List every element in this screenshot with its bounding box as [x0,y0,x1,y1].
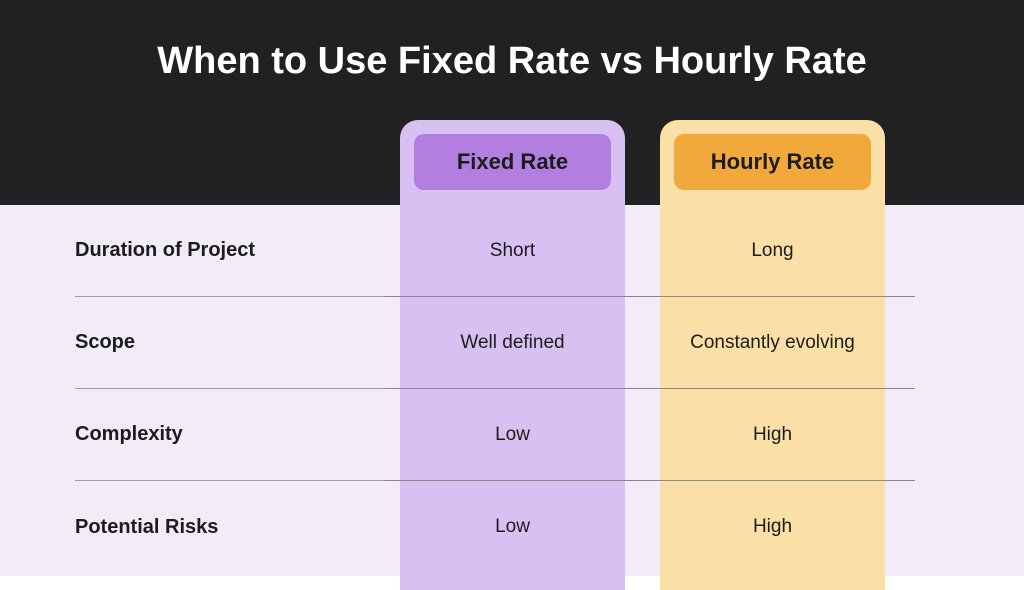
fixed-value: Low [400,389,625,481]
hourly-value: High [660,389,885,481]
criteria-labels: Duration of Project Scope Complexity Pot… [75,205,385,573]
fixed-value: Short [400,205,625,297]
fixed-value: Well defined [400,297,625,389]
row-label: Scope [75,297,385,389]
hourly-value: Long [660,205,885,297]
fixed-value: Low [400,481,625,573]
row-label: Complexity [75,389,385,481]
row-label: Duration of Project [75,205,385,297]
row-label: Potential Risks [75,481,385,573]
hourly-value: Constantly evolving [660,297,885,389]
hourly-value: High [660,481,885,573]
hourly-rate-values: Long Constantly evolving High High [660,205,885,573]
fixed-rate-values: Short Well defined Low Low [400,205,625,573]
fixed-rate-header: Fixed Rate [414,134,611,190]
page-title: When to Use Fixed Rate vs Hourly Rate [0,40,1024,83]
hourly-rate-header: Hourly Rate [674,134,871,190]
